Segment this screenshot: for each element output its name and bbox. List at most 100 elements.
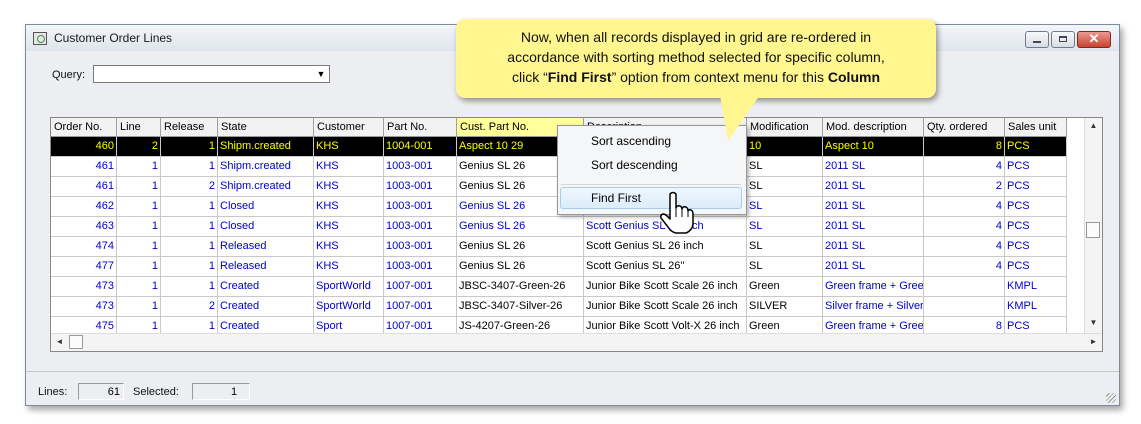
- scroll-down-icon[interactable]: ▼: [1085, 318, 1102, 327]
- cell-release[interactable]: 1: [161, 257, 218, 277]
- column-header-line[interactable]: Line: [117, 118, 161, 136]
- column-header-mod-description[interactable]: Mod. description: [823, 118, 924, 136]
- column-header-customer[interactable]: Customer: [314, 118, 384, 136]
- cell-line[interactable]: 1: [117, 277, 161, 297]
- cell-order-no[interactable]: 473: [51, 277, 117, 297]
- scroll-left-icon[interactable]: ◄: [51, 337, 68, 346]
- cell-part-no[interactable]: 1003-001: [384, 157, 457, 177]
- chevron-down-icon[interactable]: ▼: [314, 67, 328, 81]
- vertical-scrollbar[interactable]: ▲ ▼: [1084, 118, 1102, 334]
- cell-qty-ordered[interactable]: 4: [924, 197, 1005, 217]
- cell-state[interactable]: Shipm.created: [218, 137, 314, 157]
- cell-qty-ordered[interactable]: 2: [924, 177, 1005, 197]
- cell-state[interactable]: Shipm.created: [218, 157, 314, 177]
- horizontal-scroll-thumb[interactable]: [69, 335, 83, 349]
- cell-part-no[interactable]: 1003-001: [384, 237, 457, 257]
- cell-mod-description[interactable]: Green frame + Green: [823, 277, 924, 297]
- cell-order-no[interactable]: 463: [51, 217, 117, 237]
- close-button[interactable]: ✕: [1077, 31, 1111, 48]
- cell-order-no[interactable]: 462: [51, 197, 117, 217]
- cell-mod-description[interactable]: 2011 SL: [823, 197, 924, 217]
- cell-description[interactable]: Junior Bike Scott Scale 26 inch: [584, 297, 747, 317]
- cell-customer[interactable]: KHS: [314, 137, 384, 157]
- cell-cust-part-no[interactable]: Genius SL 26: [457, 237, 584, 257]
- cell-customer[interactable]: KHS: [314, 257, 384, 277]
- cell-line[interactable]: 1: [117, 177, 161, 197]
- cell-modification[interactable]: SL: [747, 257, 823, 277]
- table-row[interactable]: 473 1 2 Created SportWorld 1007-001 JBSC-3407-…: [51, 297, 1067, 317]
- cell-customer[interactable]: KHS: [314, 197, 384, 217]
- cell-state[interactable]: Shipm.created: [218, 177, 314, 197]
- cell-modification[interactable]: SL: [747, 157, 823, 177]
- menu-item-sort-descending[interactable]: Sort descending: [591, 158, 678, 172]
- cell-sales-unit[interactable]: PCS: [1005, 197, 1067, 217]
- cell-part-no[interactable]: 1003-001: [384, 257, 457, 277]
- cell-part-no[interactable]: 1007-001: [384, 277, 457, 297]
- cell-state[interactable]: Created: [218, 277, 314, 297]
- cell-qty-ordered[interactable]: [924, 277, 1005, 297]
- minimize-button[interactable]: [1025, 31, 1049, 48]
- cell-customer[interactable]: KHS: [314, 177, 384, 197]
- cell-line[interactable]: 1: [117, 237, 161, 257]
- cell-cust-part-no[interactable]: JBSC-3407-Silver-26: [457, 297, 584, 317]
- cell-part-no[interactable]: 1003-001: [384, 217, 457, 237]
- cell-modification[interactable]: SL: [747, 197, 823, 217]
- cell-customer[interactable]: KHS: [314, 237, 384, 257]
- scroll-right-icon[interactable]: ►: [1085, 337, 1102, 346]
- cell-order-no[interactable]: 477: [51, 257, 117, 277]
- cell-description[interactable]: Scott Genius SL 26 inch: [584, 237, 747, 257]
- column-header-part-no[interactable]: Part No.: [384, 118, 457, 136]
- cell-part-no[interactable]: 1007-001: [384, 297, 457, 317]
- column-header-state[interactable]: State: [218, 118, 314, 136]
- cell-release[interactable]: 2: [161, 297, 218, 317]
- cell-qty-ordered[interactable]: 4: [924, 217, 1005, 237]
- cell-state[interactable]: Created: [218, 297, 314, 317]
- menu-item-find-first[interactable]: Find First: [591, 191, 641, 205]
- cell-mod-description[interactable]: 2011 SL: [823, 257, 924, 277]
- cell-release[interactable]: 2: [161, 177, 218, 197]
- cell-description[interactable]: Junior Bike Scott Scale 26 inch: [584, 277, 747, 297]
- cell-order-no[interactable]: 474: [51, 237, 117, 257]
- cell-sales-unit[interactable]: KMPL: [1005, 297, 1067, 317]
- cell-modification[interactable]: SL: [747, 237, 823, 257]
- cell-cust-part-no[interactable]: Genius SL 26: [457, 217, 584, 237]
- cell-modification[interactable]: Green: [747, 277, 823, 297]
- column-header-release[interactable]: Release: [161, 118, 218, 136]
- table-row[interactable]: 463 1 1 Closed KHS 1003-001 Genius SL 26 Scott …: [51, 217, 1067, 237]
- query-dropdown[interactable]: ▼: [93, 65, 330, 83]
- column-header-order-no[interactable]: Order No.: [51, 118, 117, 136]
- cell-cust-part-no[interactable]: JBSC-3407-Green-26: [457, 277, 584, 297]
- vertical-scroll-thumb[interactable]: [1086, 222, 1100, 238]
- cell-part-no[interactable]: 1003-001: [384, 197, 457, 217]
- cell-release[interactable]: 1: [161, 137, 218, 157]
- cell-mod-description[interactable]: 2011 SL: [823, 237, 924, 257]
- cell-sales-unit[interactable]: KMPL: [1005, 277, 1067, 297]
- cell-release[interactable]: 1: [161, 157, 218, 177]
- cell-cust-part-no[interactable]: Genius SL 26: [457, 257, 584, 277]
- cell-order-no[interactable]: 473: [51, 297, 117, 317]
- cell-part-no[interactable]: 1003-001: [384, 177, 457, 197]
- cell-sales-unit[interactable]: PCS: [1005, 137, 1067, 157]
- cell-mod-description[interactable]: Silver frame + Silver: [823, 297, 924, 317]
- table-row[interactable]: 477 1 1 Released KHS 1003-001 Genius SL 26 Scot…: [51, 257, 1067, 277]
- cell-release[interactable]: 1: [161, 197, 218, 217]
- table-row[interactable]: 473 1 1 Created SportWorld 1007-001 JBSC-3407-…: [51, 277, 1067, 297]
- cell-sales-unit[interactable]: PCS: [1005, 217, 1067, 237]
- cell-line[interactable]: 1: [117, 257, 161, 277]
- cell-qty-ordered[interactable]: 4: [924, 237, 1005, 257]
- cell-line[interactable]: 1: [117, 297, 161, 317]
- column-header-qty-ordered[interactable]: Qty. ordered: [924, 118, 1005, 136]
- cell-mod-description[interactable]: 2011 SL: [823, 177, 924, 197]
- resize-grip[interactable]: [1106, 393, 1116, 403]
- horizontal-scrollbar[interactable]: ◄ ►: [51, 333, 1102, 351]
- cell-state[interactable]: Closed: [218, 217, 314, 237]
- cell-state[interactable]: Released: [218, 237, 314, 257]
- cell-release[interactable]: 1: [161, 217, 218, 237]
- cell-modification[interactable]: SL: [747, 177, 823, 197]
- maximize-button[interactable]: [1051, 31, 1075, 48]
- menu-item-sort-ascending[interactable]: Sort ascending: [591, 134, 671, 148]
- cell-release[interactable]: 1: [161, 277, 218, 297]
- cell-mod-description[interactable]: Aspect 10: [823, 137, 924, 157]
- cell-sales-unit[interactable]: PCS: [1005, 177, 1067, 197]
- cell-sales-unit[interactable]: PCS: [1005, 257, 1067, 277]
